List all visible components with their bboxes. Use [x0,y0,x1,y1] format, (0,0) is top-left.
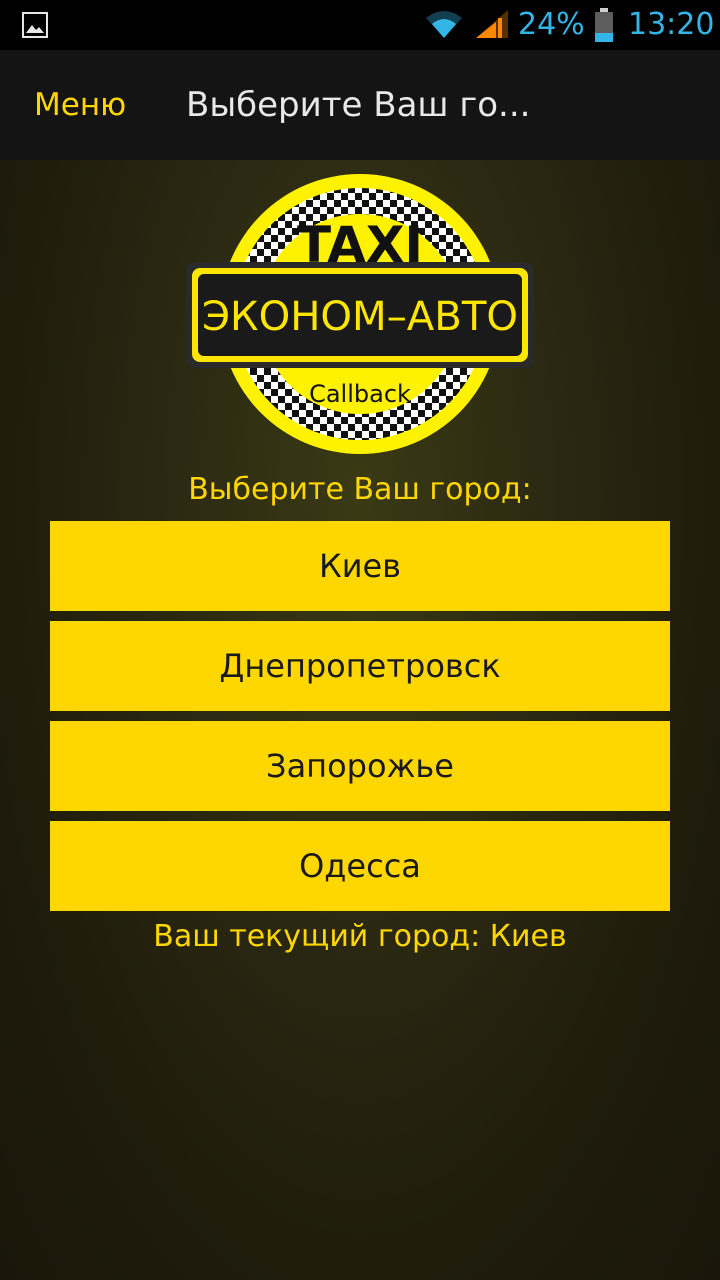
battery-icon [595,8,613,42]
signal-icon [476,10,508,38]
city-prompt: Выберите Ваш город: [188,472,532,507]
taxi-logo: TAXI ЭКОНОМ–АВТО Callback [186,174,534,454]
page-title: Выберите Ваш го... [186,85,531,125]
menu-button[interactable]: Меню [34,50,126,160]
city-button-odessa[interactable]: Одесса [50,821,670,911]
logo-main-text: ЭКОНОМ–АВТО [202,294,518,340]
action-bar: Меню Выберите Ваш го... [0,50,720,160]
city-button-dnipropetrovsk[interactable]: Днепропетровск [50,621,670,711]
city-button-kiev[interactable]: Киев [50,521,670,611]
wifi-icon [426,11,462,38]
city-list: Киев Днепропетровск Запорожье Одесса [50,521,670,921]
battery-percent: 24% [518,7,585,42]
status-bar: 24% 13:20 [0,0,720,50]
logo-bottom-text: Callback [309,380,411,408]
image-notification-icon [22,12,48,38]
main-content: TAXI ЭКОНОМ–АВТО Callback Выберите Ваш г… [0,160,720,1280]
clock: 13:20 [628,7,715,42]
current-city-label: Ваш текущий город: Киев [153,919,567,954]
city-button-zaporizhzhia[interactable]: Запорожье [50,721,670,811]
